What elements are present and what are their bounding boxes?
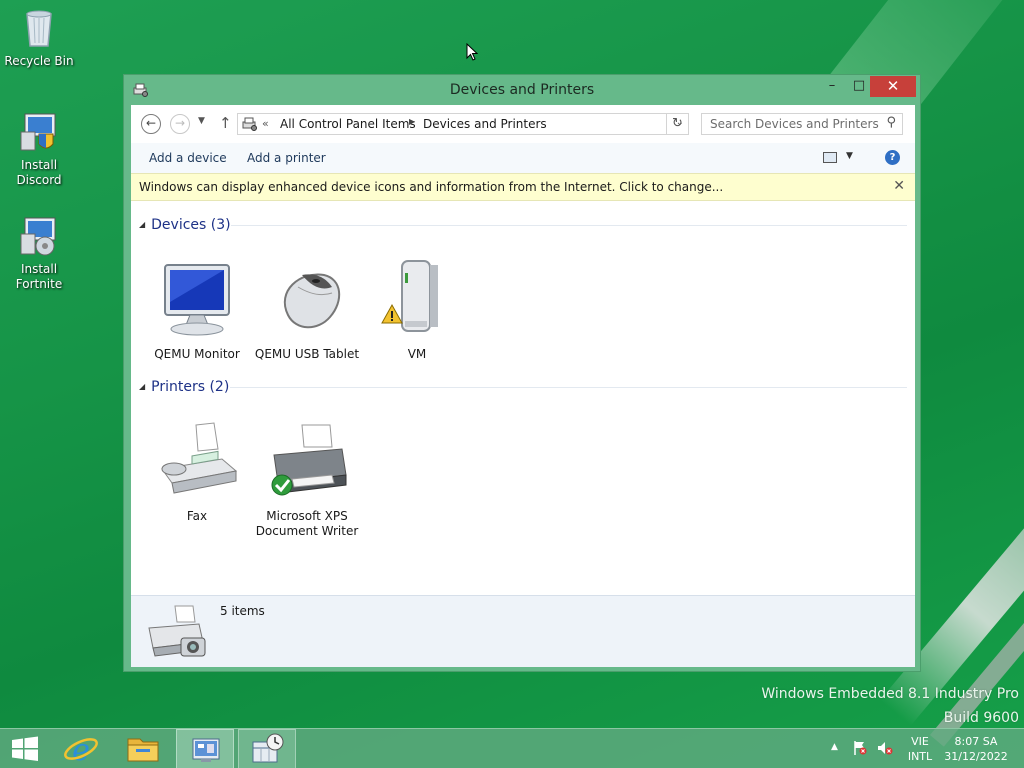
breadcrumb-overflow-icon[interactable]: « [262, 117, 269, 130]
device-label: VM [407, 347, 427, 361]
show-hidden-icons-button[interactable]: ▲ [831, 742, 838, 752]
windows-edition-watermark: Windows Embedded 8.1 Industry Pro [761, 686, 1019, 702]
desktop-icon-label: Install Discord [16, 158, 62, 187]
info-bar[interactable]: Windows can display enhanced device icon… [131, 173, 915, 201]
close-button[interactable]: ✕ [870, 76, 916, 97]
start-button[interactable] [0, 729, 50, 768]
device-item-qemu-usb-tablet[interactable]: QEMU USB Tablet [252, 257, 362, 362]
installer-icon [17, 110, 61, 154]
file-explorer-button[interactable] [114, 729, 172, 768]
window-client-area: ← → ▼ ↑ « All Control Panel Items ▶ Devi… [131, 105, 915, 667]
add-printer-button[interactable]: Add a printer [247, 151, 326, 165]
group-divider [231, 225, 907, 226]
device-item-vm[interactable]: VM [362, 257, 472, 362]
window-title: Devices and Printers [449, 82, 595, 98]
title-bar[interactable]: Devices and Printers – □ ✕ [124, 75, 920, 105]
windows-build-watermark: Build 9600 [943, 710, 1019, 726]
help-icon[interactable]: ? [885, 150, 900, 165]
file-explorer-icon [127, 738, 159, 762]
navigation-bar: ← → ▼ ↑ « All Control Panel Items ▶ Devi… [131, 105, 915, 143]
devices-group-title: Devices (3) [151, 217, 231, 233]
forward-button[interactable]: → [170, 114, 190, 134]
collapse-triangle-icon[interactable]: ◢ [139, 220, 145, 229]
back-button[interactable]: ← [141, 114, 161, 134]
device-label: QEMU USB Tablet [254, 347, 360, 361]
device-label: QEMU Monitor [154, 347, 240, 361]
clock-time: 8:07 SA [954, 735, 998, 748]
default-printer-check-icon [271, 474, 293, 496]
devices-and-printers-icon [192, 738, 220, 762]
view-options-dropdown[interactable]: ▼ [846, 151, 853, 161]
mouse-icon [262, 257, 352, 343]
printer-icon [262, 419, 352, 505]
printers-group-title: Printers (2) [151, 379, 230, 395]
monitor-icon [152, 257, 242, 343]
breadcrumb-separator-icon[interactable]: ▶ [409, 117, 415, 126]
printers-group-header[interactable]: ◢ Printers (2) [139, 379, 229, 395]
command-bar: Add a device Add a printer ▼ ? [131, 143, 915, 173]
taskbar: e ▲ VIE INTL 8:07 SA 31/12/2022 [0, 728, 1024, 768]
printer-label: Fax [186, 509, 208, 523]
group-divider [230, 387, 907, 388]
input-language-indicator[interactable]: VIE INTL [903, 734, 937, 764]
svg-text:e: e [72, 733, 90, 768]
desktop-icon-install-discord[interactable]: Install Discord [0, 110, 78, 188]
desktop-icon-label: Install Fortnite [15, 262, 63, 291]
printer-item-microsoft-xps-document-writer[interactable]: Microsoft XPS Document Writer [252, 419, 362, 539]
collapse-triangle-icon[interactable]: ◢ [139, 382, 145, 391]
volume-muted-icon[interactable] [877, 740, 893, 756]
devices-and-printers-icon [145, 602, 211, 662]
details-pane: 5 items [131, 595, 915, 667]
address-bar[interactable]: « All Control Panel Items ▶ Devices and … [237, 113, 689, 135]
recent-locations-dropdown[interactable]: ▼ [198, 116, 205, 126]
change-view-icon[interactable] [823, 152, 837, 163]
action-center-flag-icon[interactable] [853, 740, 867, 756]
control-panel-icon [242, 117, 258, 131]
refresh-button[interactable]: ↻ [666, 113, 688, 135]
fax-icon [152, 419, 242, 505]
system-clock[interactable]: 8:07 SA 31/12/2022 [941, 734, 1011, 764]
info-bar-message[interactable]: Windows can display enhanced device icon… [139, 180, 723, 194]
printer-label: Microsoft XPS Document Writer [255, 509, 359, 538]
devices-and-printers-window: Devices and Printers – □ ✕ ← → ▼ ↑ « All… [123, 74, 921, 672]
printer-item-fax[interactable]: Fax [142, 419, 252, 524]
desktop-icon-recycle-bin[interactable]: Recycle Bin [0, 6, 78, 69]
add-device-button[interactable]: Add a device [149, 151, 227, 165]
device-item-qemu-monitor[interactable]: QEMU Monitor [142, 257, 252, 362]
up-button[interactable]: ↑ [219, 114, 232, 132]
desktop-icon-label: Recycle Bin [4, 54, 74, 68]
info-bar-close-icon[interactable]: ✕ [893, 178, 905, 194]
devices-group-header[interactable]: ◢ Devices (3) [139, 217, 231, 233]
devices-and-printers-taskbar-button[interactable] [176, 729, 234, 768]
breadcrumb-all-control-panel-items[interactable]: All Control Panel Items [280, 117, 416, 131]
minimize-button[interactable]: – [817, 76, 847, 97]
warning-icon [381, 303, 403, 324]
search-icon[interactable]: ⚲ [886, 115, 896, 130]
start-icon [12, 736, 38, 761]
clock-app-icon [252, 733, 284, 763]
mouse-cursor-icon [466, 42, 479, 61]
desktop-icon-install-fortnite[interactable]: Install Fortnite [0, 214, 78, 292]
search-box[interactable]: Search Devices and Printers ⚲ [701, 113, 903, 135]
clock-app-taskbar-button[interactable] [238, 729, 296, 768]
search-placeholder: Search Devices and Printers [710, 117, 879, 131]
computer-tower-icon [372, 257, 462, 343]
recycle-bin-icon [17, 6, 61, 50]
clock-date: 31/12/2022 [944, 750, 1008, 763]
internet-explorer-button[interactable]: e [52, 729, 110, 768]
item-count: 5 items [220, 604, 265, 618]
keyboard-layout: INTL [907, 750, 933, 763]
installer-icon [17, 214, 61, 258]
language-code: VIE [911, 735, 929, 748]
breadcrumb-devices-and-printers[interactable]: Devices and Printers [423, 117, 547, 131]
internet-explorer-icon: e [64, 733, 98, 768]
